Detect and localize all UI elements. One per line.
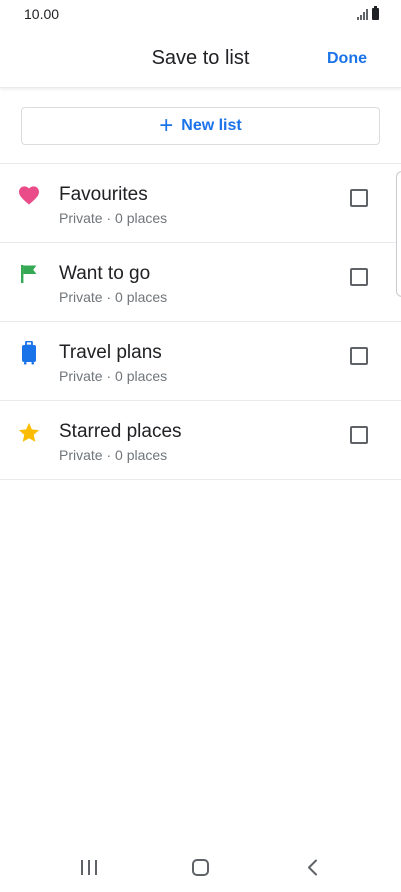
plus-icon: + xyxy=(159,112,174,139)
list-item-want-to-go[interactable]: Want to go Private · 0 places xyxy=(0,243,401,322)
header-bar: Save to list Done xyxy=(0,30,401,88)
status-icons xyxy=(357,6,379,20)
status-time: 10.00 xyxy=(24,6,60,22)
recent-apps-icon[interactable] xyxy=(81,860,97,875)
list-title: Favourites xyxy=(59,184,148,205)
list-checkbox[interactable] xyxy=(350,426,368,444)
signal-icon xyxy=(357,9,368,20)
list-title: Travel plans xyxy=(59,342,162,363)
new-list-button[interactable]: + New list xyxy=(21,107,380,145)
list-item-travel-plans[interactable]: Travel plans Private · 0 places xyxy=(0,322,401,401)
list-subtitle: Private · 0 places xyxy=(59,210,168,226)
list-subtitle: Private · 0 places xyxy=(59,289,168,305)
star-icon xyxy=(18,420,40,444)
list-subtitle: Private · 0 places xyxy=(59,368,168,384)
home-icon[interactable] xyxy=(192,859,209,876)
edge-panel-handle[interactable] xyxy=(396,171,401,297)
saved-lists: Favourites Private · 0 places Want to go… xyxy=(0,163,401,480)
list-checkbox[interactable] xyxy=(350,347,368,365)
flag-icon xyxy=(18,262,40,286)
list-title: Starred places xyxy=(59,421,182,442)
heart-icon xyxy=(18,183,40,207)
list-item-favourites[interactable]: Favourites Private · 0 places xyxy=(0,164,401,243)
list-item-starred-places[interactable]: Starred places Private · 0 places xyxy=(0,401,401,480)
list-checkbox[interactable] xyxy=(350,268,368,286)
status-bar: 10.00 xyxy=(0,0,401,30)
done-button[interactable]: Done xyxy=(327,50,367,68)
suitcase-icon xyxy=(18,341,40,365)
battery-icon xyxy=(372,6,379,20)
new-list-label: New list xyxy=(181,117,242,134)
list-subtitle: Private · 0 places xyxy=(59,447,168,463)
list-title: Want to go xyxy=(59,263,151,284)
list-checkbox[interactable] xyxy=(350,189,368,207)
navigation-bar xyxy=(0,848,401,892)
back-icon[interactable] xyxy=(306,859,318,876)
